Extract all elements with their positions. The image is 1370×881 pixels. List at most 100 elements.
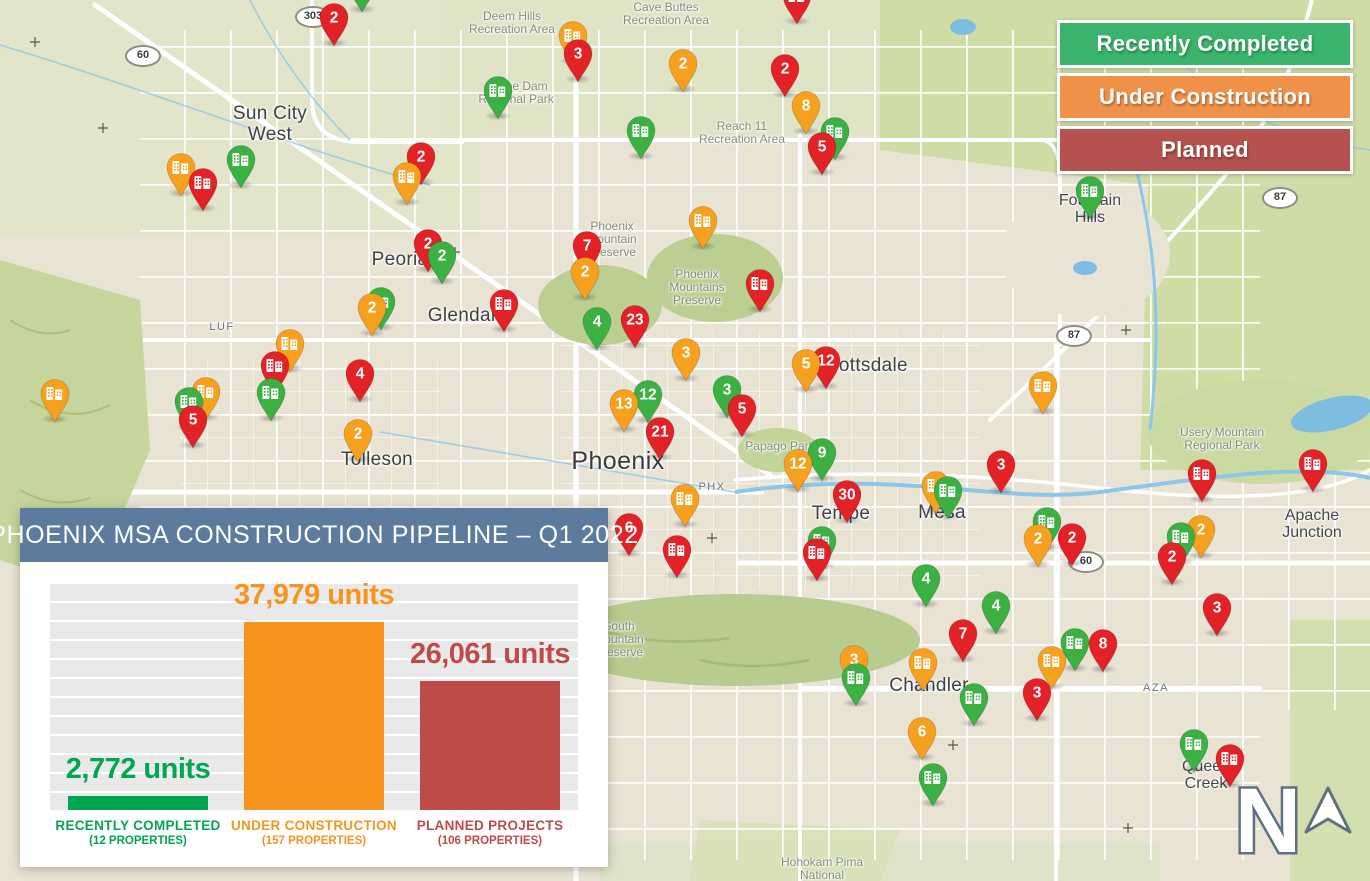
map-label: Usery Mountain Regional Park <box>1180 426 1264 452</box>
chart-category-name: UNDER CONSTRUCTION <box>226 818 402 833</box>
map-pin-planned[interactable]: 21 <box>643 415 677 461</box>
map-pin-under-construction[interactable]: 6 <box>905 715 939 761</box>
map-pin-recently-completed[interactable]: 4 <box>979 589 1013 635</box>
map-pin-planned-building[interactable] <box>800 536 834 582</box>
map-pin-planned-building[interactable] <box>487 287 521 333</box>
map-pin-under-construction[interactable]: 2 <box>341 417 375 463</box>
map-pin-planned[interactable]: 8 <box>1086 627 1120 673</box>
map-pin-planned[interactable]: 3 <box>1020 676 1054 722</box>
map-pin-recently-completed-building[interactable] <box>931 474 965 520</box>
map-pin-under-construction-building[interactable] <box>38 377 72 423</box>
chart-category-2: PLANNED PROJECTS(106 PROPERTIES) <box>402 818 578 847</box>
map-pin-under-construction-building[interactable] <box>1026 369 1060 415</box>
pin-building-icon <box>254 376 288 422</box>
chart-bar-value-2: 26,061 units <box>410 638 570 671</box>
svg-text:9: 9 <box>818 445 827 462</box>
map-pin-under-construction-building[interactable] <box>686 204 720 250</box>
map-pin-recently-completed-building[interactable] <box>224 143 258 189</box>
map-pin-under-construction[interactable]: 5 <box>789 347 823 393</box>
map-pin-under-construction[interactable]: 2 <box>1021 522 1055 568</box>
legend: Recently CompletedUnder ConstructionPlan… <box>1057 20 1353 179</box>
map-pin-under-construction-building[interactable] <box>668 482 702 528</box>
map-pin-planned-building[interactable] <box>186 166 220 212</box>
pin-building-icon <box>916 761 950 807</box>
svg-text:4: 4 <box>356 366 365 383</box>
svg-text:13: 13 <box>615 396 633 413</box>
map-pin-planned-building[interactable] <box>660 533 694 579</box>
svg-text:23: 23 <box>626 312 644 329</box>
svg-text:2: 2 <box>781 61 790 78</box>
map-pin-planned[interactable]: 23 <box>618 303 652 349</box>
pin-building-icon <box>1073 174 1107 220</box>
map-pin-under-construction[interactable]: 12 <box>781 447 815 493</box>
pin-count-icon: 4 <box>580 305 614 351</box>
pin-building-icon <box>38 377 72 423</box>
map-pin-planned-building[interactable] <box>1296 447 1330 493</box>
map-pin-recently-completed[interactable]: 4 <box>909 562 943 608</box>
pin-building-icon <box>800 536 834 582</box>
svg-text:8: 8 <box>802 98 811 115</box>
chart-column-2: 26,061 units <box>402 582 578 810</box>
highway-shield: 60 <box>125 45 161 67</box>
map-pin-planned[interactable]: 3 <box>1200 591 1234 637</box>
map-pin-recently-completed-building[interactable] <box>957 681 991 727</box>
pin-building-icon <box>743 267 777 313</box>
map-pin-planned[interactable]: 3 <box>984 448 1018 494</box>
svg-text:2: 2 <box>368 300 377 317</box>
map-pin-planned-building[interactable] <box>743 267 777 313</box>
map-pin-recently-completed-building[interactable] <box>916 761 950 807</box>
north-arrow: N <box>1222 758 1370 868</box>
map-pin-planned[interactable]: 3 <box>561 37 595 83</box>
pin-count-icon: 12 <box>781 447 815 493</box>
map-pin-recently-completed[interactable]: 4 <box>580 305 614 351</box>
pin-count-icon: 4 <box>979 589 1013 635</box>
map-pin-planned[interactable]: 5 <box>725 392 759 438</box>
map-pin-under-construction[interactable]: 2 <box>355 291 389 337</box>
map-pin-recently-completed-building[interactable] <box>1073 174 1107 220</box>
chart-category-0: RECENTLY COMPLETED(12 PROPERTIES) <box>50 818 226 847</box>
map-pin-recently-completed-building[interactable] <box>254 376 288 422</box>
map-pin-recently-completed[interactable]: 2 <box>425 239 459 285</box>
map-pin-planned[interactable]: 5 <box>805 130 839 176</box>
map-pin-planned[interactable]: 30 <box>830 478 864 524</box>
map-pin-planned-building[interactable] <box>780 0 814 25</box>
svg-text:5: 5 <box>802 356 811 373</box>
map-pin-planned[interactable]: 2 <box>1055 521 1089 567</box>
map-pin-planned[interactable]: 4 <box>343 357 377 403</box>
pin-count-icon: 3 <box>984 448 1018 494</box>
pin-count-icon: 23 <box>618 303 652 349</box>
map-pin-planned[interactable]: 5 <box>176 403 210 449</box>
map-pin-planned[interactable]: 2 <box>1155 540 1189 586</box>
map-pin-planned-building[interactable] <box>1185 457 1219 503</box>
pin-count-icon: 5 <box>805 130 839 176</box>
svg-text:3: 3 <box>997 457 1006 474</box>
map-pin-recently-completed-building[interactable] <box>1177 727 1211 773</box>
pin-building-icon <box>481 74 515 120</box>
map-pin-under-construction[interactable]: 2 <box>666 47 700 93</box>
pin-count-icon: 2 <box>425 239 459 285</box>
map-pin-planned[interactable]: 7 <box>946 617 980 663</box>
map-pin-under-construction-building[interactable] <box>906 646 940 692</box>
pin-count-icon: 2 <box>1155 540 1189 586</box>
map-label: Sun City West <box>233 104 307 145</box>
chart-column-0: 2,772 units <box>50 582 226 810</box>
map-pin-under-construction-building[interactable] <box>390 160 424 206</box>
svg-text:2: 2 <box>330 10 339 27</box>
pin-count-icon: 21 <box>643 415 677 461</box>
pin-count-icon: 13 <box>607 387 641 433</box>
chart-title: PHOENIX MSA CONSTRUCTION PIPELINE – Q1 2… <box>20 508 608 562</box>
map-pin-under-construction[interactable]: 2 <box>568 255 602 301</box>
pin-count-icon: 7 <box>946 617 980 663</box>
highway-shield: 87 <box>1262 187 1298 209</box>
svg-text:4: 4 <box>922 571 931 588</box>
map-pin-recently-completed-building[interactable] <box>624 114 658 160</box>
map-pin-recently-completed-building[interactable] <box>481 74 515 120</box>
map-pin-under-construction[interactable]: 3 <box>669 336 703 382</box>
svg-text:2: 2 <box>1034 531 1043 548</box>
pin-building-icon <box>931 474 965 520</box>
map-pin-recently-completed-building[interactable] <box>839 661 873 707</box>
map-pin-under-construction[interactable]: 13 <box>607 387 641 433</box>
pin-count-icon: 3 <box>1200 591 1234 637</box>
map-pin-planned[interactable]: 2 <box>317 1 351 47</box>
pin-building-icon <box>957 681 991 727</box>
